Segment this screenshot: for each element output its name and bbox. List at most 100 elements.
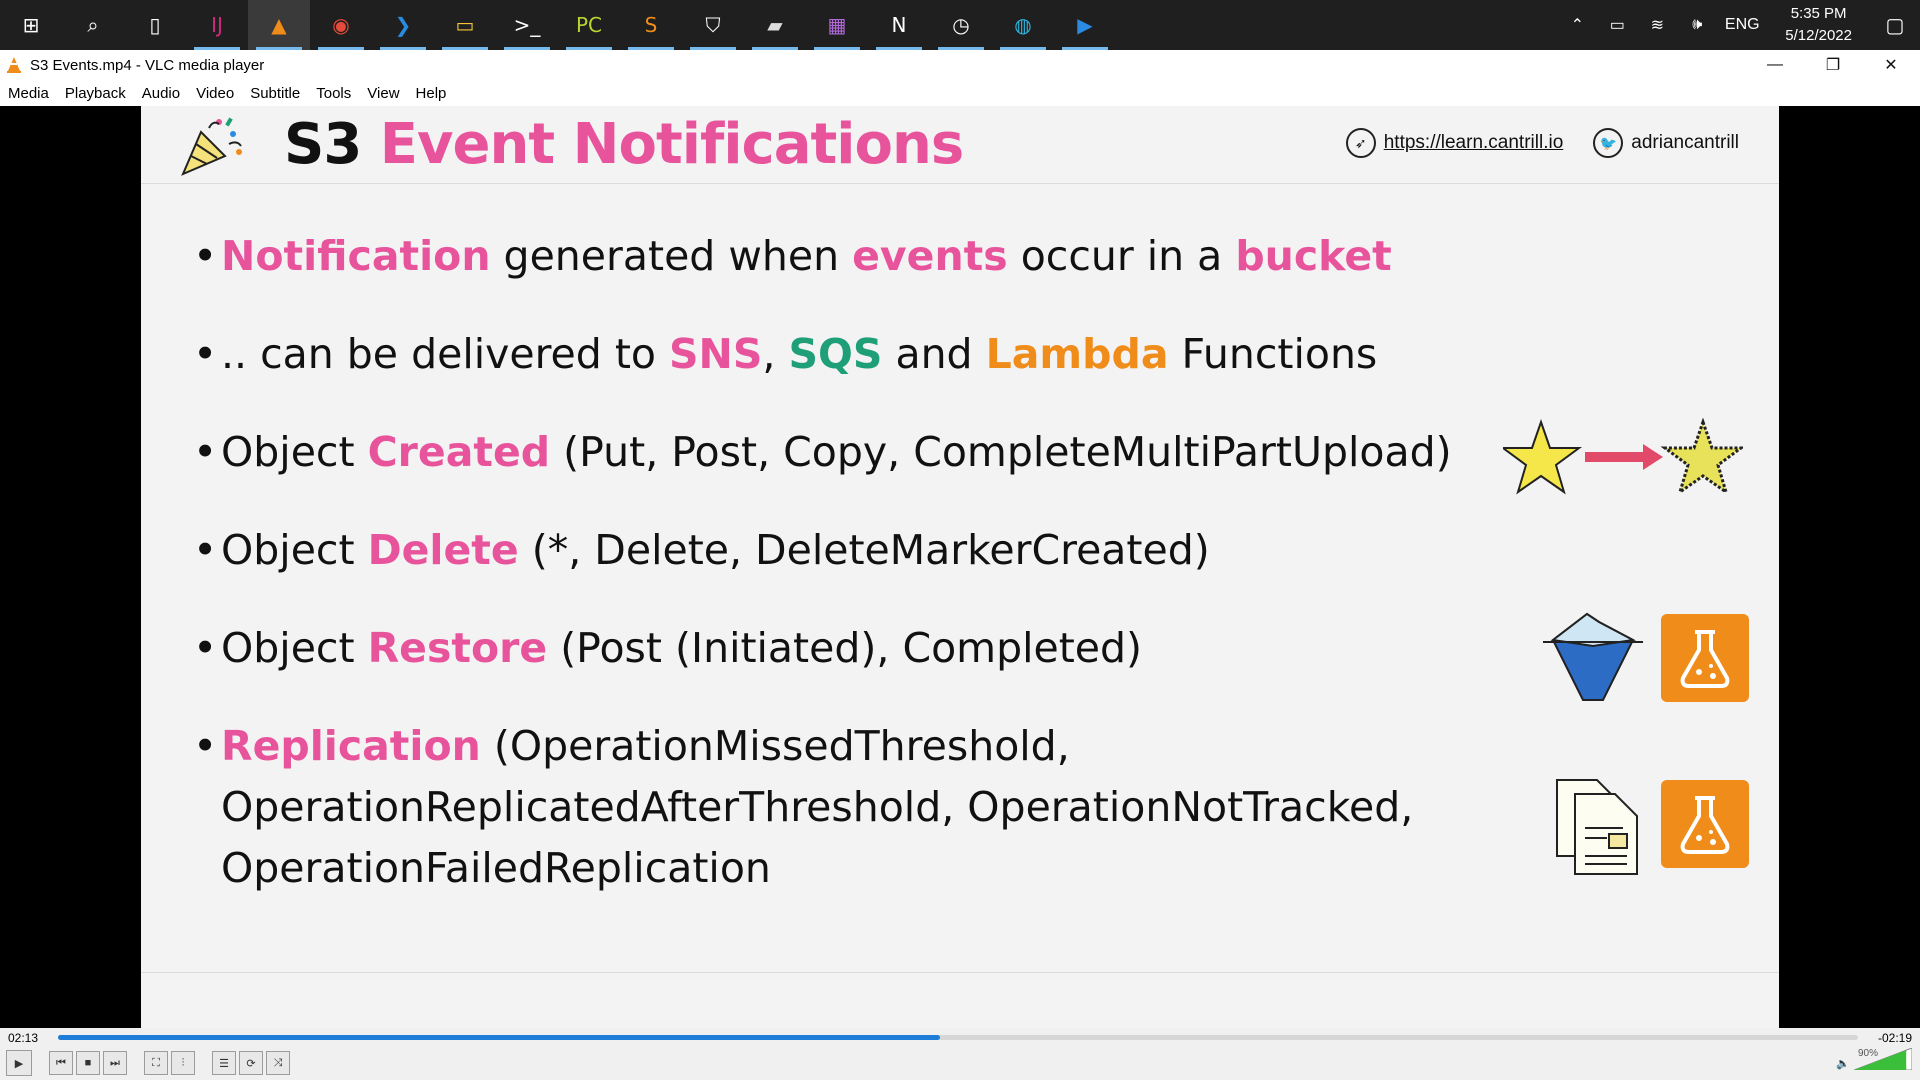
bullet-text: and xyxy=(882,330,986,378)
vlc-icon: ▲ xyxy=(271,13,287,37)
media-app-icon: ▶ xyxy=(1077,13,1093,37)
bullet-text: Functions xyxy=(1168,330,1378,378)
taskbar-vscode[interactable]: ❯ xyxy=(372,0,434,50)
volume-control[interactable]: 🔈 90% xyxy=(1836,1048,1912,1070)
menu-playback[interactable]: Playback xyxy=(65,85,126,102)
lambda-flask-icon xyxy=(1661,614,1749,702)
bullet-keyword: Delete xyxy=(367,526,519,574)
bullet-text: OperationFailedReplication xyxy=(221,844,771,892)
taskbar-vlc[interactable]: ▲ xyxy=(248,0,310,50)
taskbar-pycharm[interactable]: PC xyxy=(558,0,620,50)
close-button[interactable]: ✕ xyxy=(1862,50,1920,80)
wifi-icon[interactable]: ≋ xyxy=(1637,0,1677,50)
star-to-star-illustration xyxy=(1503,418,1743,496)
clock[interactable]: 5:35 PM 5/12/2022 xyxy=(1767,3,1870,47)
bullet-keyword: events xyxy=(852,232,1008,280)
taskbar-intellij[interactable]: IJ xyxy=(186,0,248,50)
battery-icon[interactable]: ▭ xyxy=(1597,0,1637,50)
intellij-icon: IJ xyxy=(211,13,223,37)
bullet-keyword: Notification xyxy=(221,232,491,280)
taskbar-chrome[interactable]: ◉ xyxy=(310,0,372,50)
bullet-text-line: Replication (OperationMissedThreshold, xyxy=(221,722,1070,770)
bullet-text: , xyxy=(762,330,789,378)
taskbar-shield[interactable]: ⛉ xyxy=(682,0,744,50)
taskbar-notion[interactable]: N xyxy=(868,0,930,50)
taskbar-app-grid[interactable]: ▦ xyxy=(806,0,868,50)
clock-app-icon: ◷ xyxy=(952,13,970,37)
taskbar-task-view[interactable]: ▯ xyxy=(124,0,186,50)
minimize-button[interactable]: — xyxy=(1746,50,1804,80)
maximize-button[interactable]: ❐ xyxy=(1804,50,1862,80)
windows-start-icon: ⊞ xyxy=(22,13,40,37)
compass-icon: ➶ xyxy=(1345,128,1376,158)
seek-bar[interactable] xyxy=(58,1035,1858,1040)
volume-label: 90% xyxy=(1857,1048,1878,1059)
bullet-dot: • xyxy=(193,722,218,770)
previous-button[interactable]: ⏮ xyxy=(49,1051,73,1075)
player-controls: 02:13 -02:19 ▶ ⏮ ■ ⏭ ⛶ ⫶ ☰ ⟳ ⤨ 🔈 90% xyxy=(0,1028,1920,1080)
play-button[interactable]: ▶ xyxy=(6,1050,32,1076)
bullet-text: occur in a xyxy=(1007,232,1236,280)
menu-audio[interactable]: Audio xyxy=(142,85,180,102)
extended-settings-button[interactable]: ⫶ xyxy=(171,1051,195,1075)
bullet-text-line: Object Restore (Post (Initiated), Comple… xyxy=(221,624,1142,672)
header-links: ➶ https://learn.cantrill.io 🐦 adriancant… xyxy=(1345,128,1739,158)
bullet-dot: • xyxy=(193,232,218,280)
bullet-text: Object xyxy=(221,428,368,476)
bullet-text-line: OperationFailedReplication xyxy=(221,844,771,892)
app-hat-icon: ▰ xyxy=(767,13,783,37)
slide-title: S3 Event Notifications xyxy=(284,112,964,177)
video-area[interactable]: S3 Event Notifications ➶ https://learn.c… xyxy=(0,106,1920,1028)
taskbar-search[interactable]: ⌕ xyxy=(62,0,124,50)
shuffle-button[interactable]: ⤨ xyxy=(266,1051,290,1075)
seek-progress xyxy=(58,1035,940,1040)
taskbar-windows-start[interactable]: ⊞ xyxy=(0,0,62,50)
slide-footer-line xyxy=(141,972,1779,973)
bullet-keyword: Restore xyxy=(367,624,548,672)
bullet-text-line: .. can be delivered to SNS, SQS and Lamb… xyxy=(221,330,1377,378)
taskbar-terminal[interactable]: >_ xyxy=(496,0,558,50)
loop-button[interactable]: ⟳ xyxy=(239,1051,263,1075)
volume-icon[interactable]: 🕪 xyxy=(1677,0,1717,50)
site-link: https://learn.cantrill.io xyxy=(1383,132,1564,153)
slide-title-main: Event Notifications xyxy=(379,112,964,177)
taskbar-file-explorer[interactable]: ▭ xyxy=(434,0,496,50)
next-button[interactable]: ⏭ xyxy=(103,1051,127,1075)
vlc-icon xyxy=(7,57,21,73)
chevron-up-icon[interactable]: ⌃ xyxy=(1557,0,1597,50)
file-explorer-icon: ▭ xyxy=(455,13,475,37)
bullet-text: (Post (Initiated), Completed) xyxy=(547,624,1143,672)
menu-tools[interactable]: Tools xyxy=(316,85,351,102)
menu-bar: Media Playback Audio Video Subtitle Tool… xyxy=(0,80,1920,106)
language-indicator[interactable]: ENG xyxy=(1717,0,1767,50)
slide-header: S3 Event Notifications ➶ https://learn.c… xyxy=(141,106,1779,184)
bullet-text: OperationReplicatedAfterThreshold, Opera… xyxy=(221,783,1414,831)
taskbar-media-app[interactable]: ▶ xyxy=(1054,0,1116,50)
menu-view[interactable]: View xyxy=(367,85,399,102)
taskbar-app-hat[interactable]: ▰ xyxy=(744,0,806,50)
bullet-text: generated when xyxy=(490,232,853,280)
taskbar-edge[interactable]: ◍ xyxy=(992,0,1054,50)
bullet-keyword: bucket xyxy=(1235,232,1392,280)
playlist-button[interactable]: ☰ xyxy=(212,1051,236,1075)
bullet-text-line: Notification generated when events occur… xyxy=(221,232,1392,280)
twitter-icon: 🐦 xyxy=(1593,128,1624,158)
notification-icon[interactable]: ▢ xyxy=(1870,0,1920,50)
menu-video[interactable]: Video xyxy=(196,85,234,102)
speaker-icon: 🔈 xyxy=(1836,1058,1850,1070)
menu-help[interactable]: Help xyxy=(416,85,447,102)
taskbar-clock-app[interactable]: ◷ xyxy=(930,0,992,50)
bullet-text: .. can be delivered to xyxy=(221,330,670,378)
fullscreen-button[interactable]: ⛶ xyxy=(144,1051,168,1075)
menu-media[interactable]: Media xyxy=(8,85,49,102)
bullet-text: (Put, Post, Copy, CompleteMultiPartUploa… xyxy=(550,428,1452,476)
stop-button[interactable]: ■ xyxy=(76,1051,100,1075)
menu-subtitle[interactable]: Subtitle xyxy=(250,85,300,102)
task-view-icon: ▯ xyxy=(149,13,161,37)
vscode-icon: ❯ xyxy=(394,13,412,37)
app-grid-icon: ▦ xyxy=(827,13,847,37)
remaining-time[interactable]: -02:19 xyxy=(1878,1031,1912,1045)
taskbar-sublime[interactable]: S xyxy=(620,0,682,50)
party-popper-icon xyxy=(181,117,242,176)
bullet-text: Object xyxy=(221,624,368,672)
